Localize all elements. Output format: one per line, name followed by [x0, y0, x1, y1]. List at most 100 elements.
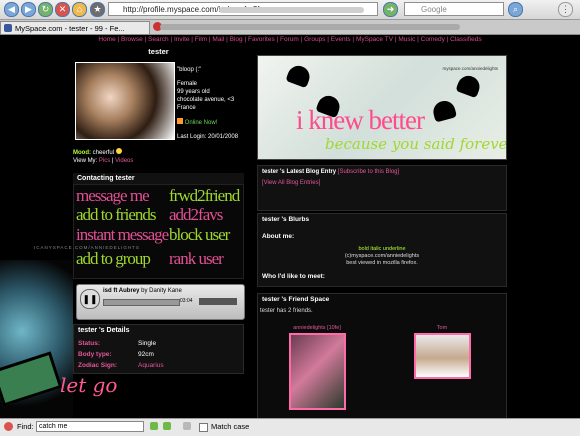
find-next-icon[interactable]	[150, 422, 158, 430]
nav-forum[interactable]: Forum	[280, 36, 299, 43]
nav-search[interactable]: Search	[148, 36, 169, 43]
friends-title: tester 's Friend Space	[262, 296, 330, 303]
instant-message-link[interactable]: instant message	[76, 225, 169, 245]
message-me-link[interactable]: message me	[76, 186, 150, 206]
last-login-label: Last Login:	[177, 134, 207, 140]
address-bar[interactable]: http://profile.myspace.com/index.cfm?fus…	[108, 2, 378, 16]
nav-browse[interactable]: Browse	[121, 36, 143, 43]
mood-value: cheerful	[92, 150, 115, 156]
view-my-label: View My:	[73, 158, 98, 164]
contacting-box: Contacting tester message me frwd2friend…	[34, 173, 244, 279]
friend-card-2[interactable]: Tom	[413, 325, 471, 379]
add-to-friends-link[interactable]: add to friends	[76, 205, 156, 225]
rank-user-link[interactable]: rank user	[169, 249, 224, 269]
profile-age: 99 years old	[177, 89, 210, 95]
add-to-favorites-link[interactable]: add2favs	[169, 205, 223, 225]
profile-location-2: France	[177, 105, 196, 111]
friend-card-1[interactable]: anniedelights [10fe]	[288, 325, 346, 410]
online-now: Online Now!	[184, 120, 218, 126]
match-case-checkbox[interactable]	[199, 423, 208, 432]
banner-script: because you said forever	[325, 135, 507, 153]
music-player: ❚❚ isd ft Aubrey by Danity Kane 03:04	[76, 284, 245, 320]
friend-name-1[interactable]: anniedelights [10fe]	[288, 325, 346, 331]
online-icon	[177, 118, 183, 124]
banner-credit: myspace.com/anniedelights	[442, 66, 498, 71]
banner-headline: i knew better	[296, 105, 425, 135]
last-login-value: 20/01/2008	[208, 134, 239, 140]
smiley-icon	[115, 148, 122, 154]
stop-icon[interactable]: ✕	[55, 2, 70, 17]
profile-photo[interactable]	[75, 62, 175, 140]
view-my-pics[interactable]: Pics	[99, 158, 110, 164]
view-my-videos[interactable]: Videos	[115, 158, 133, 164]
nav-invite[interactable]: Invite	[174, 36, 190, 43]
bookmark-icon[interactable]: ★	[90, 2, 105, 17]
search-bar[interactable]: Google	[404, 2, 504, 16]
blog-box: tester 's Latest Blog Entry [Subscribe t…	[257, 165, 507, 211]
details-title: tester 's Details	[78, 327, 130, 334]
song-title: isd ft Aubrey	[103, 288, 140, 294]
find-input[interactable]	[36, 421, 144, 432]
nav-mail[interactable]: Mail	[212, 36, 224, 43]
nav-film[interactable]: Film	[195, 36, 207, 43]
status-value: Single	[138, 340, 157, 347]
tab-myspace[interactable]: MySpace.com - tester - 99 - Fe...	[0, 21, 150, 34]
song-artist: by Danity Kane	[141, 288, 182, 294]
pause-icon[interactable]: ❚❚	[80, 289, 100, 309]
nav-home[interactable]: Home	[98, 36, 115, 43]
volume-icon[interactable]	[199, 298, 237, 305]
search-go-icon[interactable]: ⌕	[508, 2, 523, 17]
add-to-group-link[interactable]: add to group	[76, 249, 151, 269]
film-strip	[0, 351, 63, 407]
blog-subscribe-link[interactable]: [Subscribe to this Blog]	[338, 169, 399, 175]
contacting-title: Contacting tester	[77, 175, 135, 182]
home-icon[interactable]: ⌂	[72, 2, 87, 17]
forward-icon[interactable]: ▶	[21, 2, 36, 17]
nav-events[interactable]: Events	[331, 36, 351, 43]
myspace-page: Home | Browse | Search | Invite | Film |…	[0, 35, 580, 418]
body-type-value: 92cm	[138, 351, 154, 358]
block-user-link[interactable]: block user	[169, 225, 230, 245]
details-box: tester 's Details Status: Single Body typ…	[73, 324, 244, 374]
zodiac-label: Zodiac Sign:	[78, 362, 117, 369]
find-label: Find:	[17, 422, 34, 431]
browser-toolbar: ◀ ▶ ↻ ✕ ⌂ ★ http://profile.myspace.com/i…	[0, 0, 580, 20]
tab-bar: MySpace.com - tester - 99 - Fe...	[0, 20, 580, 35]
highlight-icon[interactable]	[183, 422, 191, 430]
find-close-icon[interactable]	[4, 422, 13, 431]
profile-name: tester	[148, 47, 169, 56]
nav-comedy[interactable]: Comedy	[421, 36, 445, 43]
nav-myspace-tv[interactable]: MySpace TV	[356, 36, 393, 43]
myspace-favicon-icon	[4, 24, 12, 32]
heart-shape-2	[455, 72, 483, 99]
friends-count: tester has 2 friends.	[260, 308, 313, 314]
song-time: 03:04	[180, 298, 193, 304]
nav-groups[interactable]: Groups	[304, 36, 325, 43]
match-case-label[interactable]: Match case	[211, 422, 249, 431]
tabs-redacted	[160, 24, 460, 30]
about-line-1: bold italic underline	[358, 246, 406, 252]
progress-bar[interactable]	[103, 299, 180, 306]
heart-shape-4	[430, 98, 458, 123]
nav-classifieds[interactable]: Classifieds	[450, 36, 481, 43]
about-me-label: About me:	[262, 233, 295, 240]
about-line-3: best viewed in mozilla firefox.	[346, 260, 418, 266]
blurbs-box: tester 's Blurbs About me: bold italic u…	[257, 213, 507, 287]
friend-photo-2[interactable]	[413, 333, 471, 379]
forward-to-friend-link[interactable]: frwd2friend	[169, 186, 240, 206]
profile-location-1: chocolate avenue, <3	[177, 97, 235, 103]
menu-icon[interactable]: ⋮	[558, 2, 573, 17]
url-redacted	[219, 7, 364, 13]
nav-favorites[interactable]: Favorites	[248, 36, 275, 43]
nav-music[interactable]: Music	[398, 36, 415, 43]
zodiac-value: Aquarius	[138, 362, 164, 369]
search-placeholder: Google	[421, 5, 447, 14]
reload-icon[interactable]: ↻	[38, 2, 53, 17]
go-icon[interactable]: ➜	[383, 2, 398, 17]
nav-blog[interactable]: Blog	[230, 36, 243, 43]
find-previous-icon[interactable]	[163, 422, 171, 430]
blog-view-all-link[interactable]: [View All Blog Entries]	[258, 178, 506, 188]
friend-name-2[interactable]: Tom	[413, 325, 471, 331]
back-icon[interactable]: ◀	[4, 2, 19, 17]
friend-photo-1[interactable]	[288, 333, 346, 410]
